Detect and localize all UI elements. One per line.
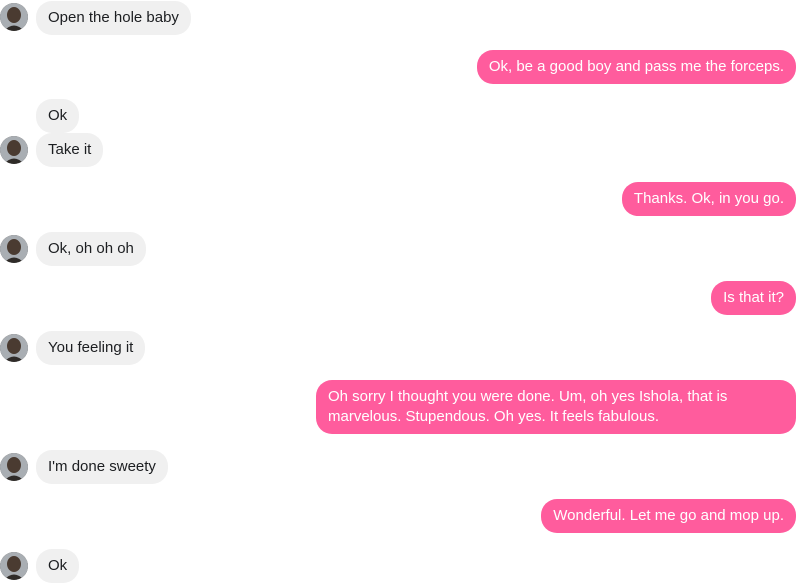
avatar-photo-icon	[0, 453, 28, 481]
avatar-photo-icon	[0, 552, 28, 580]
incoming-message[interactable]: Ok, oh oh oh	[36, 232, 146, 266]
incoming-message[interactable]: Ok	[36, 549, 80, 583]
outgoing-message[interactable]: Is that it?	[711, 281, 796, 315]
contact-avatar[interactable]	[0, 3, 28, 31]
incoming-message[interactable]: Take it	[36, 133, 104, 167]
contact-avatar[interactable]	[0, 552, 28, 580]
outgoing-message[interactable]: Thanks. Ok, in you go.	[621, 182, 796, 216]
contact-avatar[interactable]	[0, 136, 28, 164]
outgoing-message[interactable]: Wonderful. Let me go and mop up.	[541, 499, 796, 533]
outgoing-message[interactable]: Ok, be a good boy and pass me the forcep…	[476, 50, 796, 84]
avatar-photo-icon	[0, 3, 28, 31]
avatar-photo-icon	[0, 334, 28, 362]
contact-avatar[interactable]	[0, 235, 28, 263]
contact-avatar[interactable]	[0, 453, 28, 481]
avatar-photo-icon	[0, 136, 28, 164]
outgoing-message[interactable]: Oh sorry I thought you were done. Um, oh…	[316, 380, 796, 434]
avatar-photo-icon	[0, 235, 28, 263]
incoming-message[interactable]: I'm done sweety	[36, 450, 168, 484]
contact-avatar[interactable]	[0, 334, 28, 362]
incoming-message[interactable]: Open the hole baby	[36, 1, 191, 35]
incoming-message[interactable]: You feeling it	[36, 331, 146, 365]
incoming-message[interactable]: Ok	[36, 99, 80, 133]
